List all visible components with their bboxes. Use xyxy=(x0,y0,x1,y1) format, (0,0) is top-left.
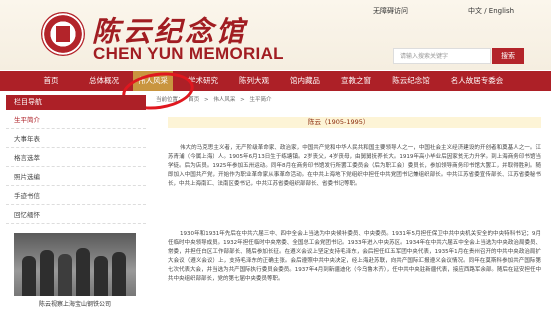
breadcrumb-sep: > xyxy=(240,97,245,103)
article-paragraph-2: 1930年和1931年先后在中共六届三中、四中全会上当选为中央候补委员、中央委员… xyxy=(168,231,541,282)
site-header: 陈云纪念馆 CHEN YUN MEMORIAL 无障碍访问 中文 / Engli… xyxy=(0,0,551,70)
accessibility-link[interactable]: 无障碍访问 xyxy=(373,6,408,16)
sidebar-item-manuscripts[interactable]: 手迹书信 xyxy=(6,187,146,205)
nav-exhibition[interactable]: 陈列大观 xyxy=(231,71,277,91)
sidebar-item-memories[interactable]: 回忆缅怀 xyxy=(6,206,146,224)
article-title-bar: 陈云（1905-1995） xyxy=(168,117,541,128)
breadcrumb-great-man[interactable]: 伟人风采 xyxy=(213,97,235,103)
main-nav: 首页 总体概况 伟人风采 学术研究 陈列大观 馆内藏品 宣教之窗 陈云纪念馆 名… xyxy=(0,71,551,91)
nav-overview[interactable]: 总体概况 xyxy=(79,71,129,91)
search-input[interactable]: 请输入搜索关键字 xyxy=(393,48,491,64)
sidebar-item-chronology[interactable]: 大事年表 xyxy=(6,130,146,148)
nav-memorial[interactable]: 陈云纪念馆 xyxy=(384,71,438,91)
breadcrumb: 当前位置： 首页 > 伟人风采 > 生平简介 xyxy=(156,95,275,103)
nav-home[interactable]: 首页 xyxy=(35,71,67,91)
nav-education[interactable]: 宣教之窗 xyxy=(333,71,379,91)
inspection-photo[interactable] xyxy=(14,233,136,296)
breadcrumb-sep: > xyxy=(204,97,209,103)
nav-collection[interactable]: 馆内藏品 xyxy=(282,71,328,91)
memorial-logo-icon[interactable] xyxy=(41,12,85,56)
sidebar-item-quotes[interactable]: 格言选萃 xyxy=(6,149,146,167)
sidebar-heading: 栏目导航 xyxy=(6,95,146,110)
article-paragraph-1: 伟大的马克思主义者，无产阶级革命家、政治家，中国共产党和中华人民共和国主要领导人… xyxy=(168,145,541,187)
breadcrumb-home[interactable]: 首页 xyxy=(188,97,199,103)
article-title: 陈云（1905-1995） xyxy=(308,118,370,126)
sidebar-item-biography[interactable]: 生平简介 xyxy=(6,111,146,129)
site-title-en[interactable]: CHEN YUN MEMORIAL xyxy=(93,44,284,64)
sidebar-item-photos[interactable]: 照片选编 xyxy=(6,168,146,186)
nav-former-residences[interactable]: 名人故居专委会 xyxy=(442,71,512,91)
search-button[interactable]: 搜索 xyxy=(492,48,524,64)
photo-caption: 陈云视察上海宝山钢铁公司 xyxy=(38,301,111,308)
language-link[interactable]: 中文 / English xyxy=(468,6,514,16)
breadcrumb-label: 当前位置： xyxy=(156,97,184,103)
breadcrumb-current: 生平简介 xyxy=(249,97,272,103)
